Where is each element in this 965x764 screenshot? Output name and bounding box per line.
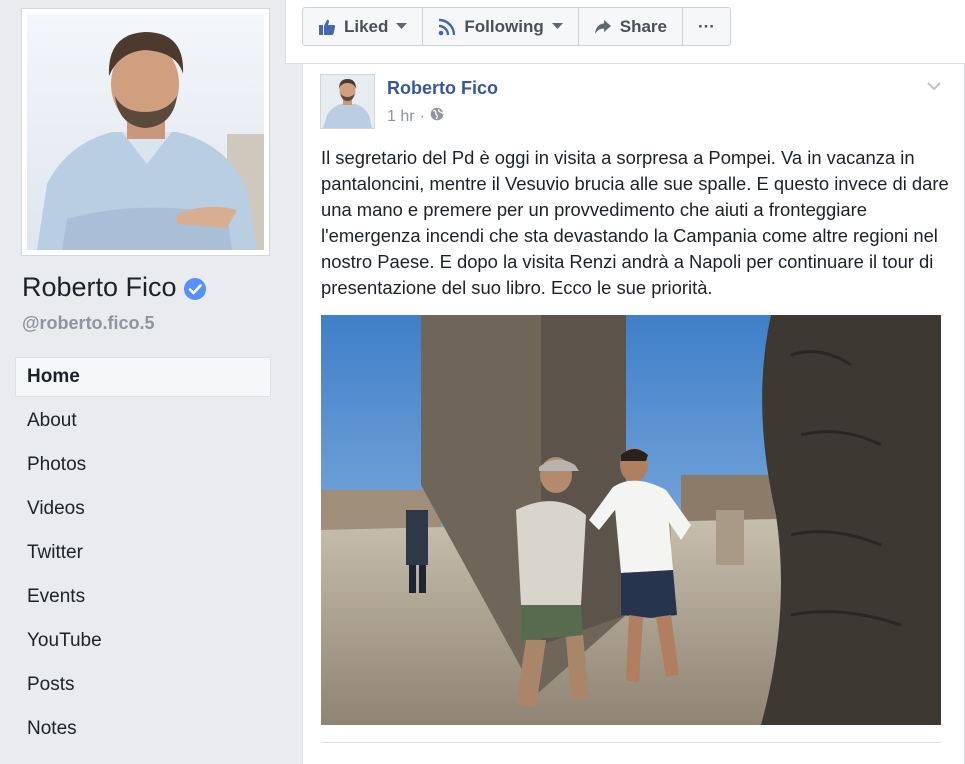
- page-sidebar: Roberto Fico @roberto.fico.5 Home About …: [0, 0, 285, 747]
- verified-badge-icon: [183, 277, 206, 300]
- post-message: Il segretario del Pd è oggi in visita a …: [321, 147, 949, 298]
- nav-item-videos[interactable]: Videos: [15, 489, 271, 529]
- more-options-button[interactable]: ···: [683, 8, 730, 45]
- nav-item-notes[interactable]: Notes: [15, 709, 271, 749]
- post-timestamp[interactable]: 1 hr: [387, 108, 415, 126]
- nav-item-twitter[interactable]: Twitter: [15, 533, 271, 573]
- liked-label: Liked: [344, 16, 389, 36]
- chevron-down-icon: [396, 23, 408, 30]
- post-photo[interactable]: [321, 315, 941, 725]
- nav-item-photos[interactable]: Photos: [15, 445, 271, 485]
- nav-item-events[interactable]: Events: [15, 577, 271, 617]
- rss-icon: [438, 18, 456, 36]
- globe-icon[interactable]: [430, 107, 444, 126]
- nav-item-home[interactable]: Home: [15, 357, 271, 397]
- profile-picture-frame[interactable]: [21, 8, 270, 256]
- nav-item-about[interactable]: About: [15, 401, 271, 441]
- nav-item-posts[interactable]: Posts: [15, 665, 271, 705]
- page-name-text[interactable]: Roberto Fico: [22, 272, 177, 303]
- more-label: ···: [697, 16, 715, 36]
- share-button[interactable]: Share: [579, 8, 683, 45]
- nav-item-youtube[interactable]: YouTube: [15, 621, 271, 661]
- share-arrow-icon: [594, 19, 612, 35]
- main-content: Liked Following Share ··· Roberto Fico 1…: [285, 0, 965, 764]
- post-divider: [321, 742, 941, 743]
- profile-picture[interactable]: [27, 14, 264, 250]
- meta-separator: ·: [419, 107, 425, 125]
- post-menu-chevron-down-icon[interactable]: [927, 78, 941, 96]
- page-title[interactable]: Roberto Fico: [22, 272, 206, 303]
- action-button-group: Liked Following Share ···: [302, 7, 731, 46]
- following-button[interactable]: Following: [423, 8, 579, 45]
- page-action-bar: Liked Following Share ···: [285, 0, 965, 64]
- following-label: Following: [464, 16, 544, 36]
- thumbs-up-icon: [318, 18, 336, 36]
- post-meta: 1 hr ·: [387, 107, 444, 126]
- chevron-down-icon: [551, 23, 563, 30]
- share-label: Share: [619, 16, 667, 36]
- post-author-link[interactable]: Roberto Fico: [387, 78, 498, 99]
- page-username[interactable]: @roberto.fico.5: [22, 313, 155, 334]
- post-author-avatar[interactable]: [320, 74, 375, 129]
- page-navigation: Home About Photos Videos Twitter Events …: [15, 357, 271, 753]
- post-card: Roberto Fico 1 hr · Il segretario del Pd…: [302, 64, 965, 764]
- liked-button[interactable]: Liked: [303, 8, 424, 45]
